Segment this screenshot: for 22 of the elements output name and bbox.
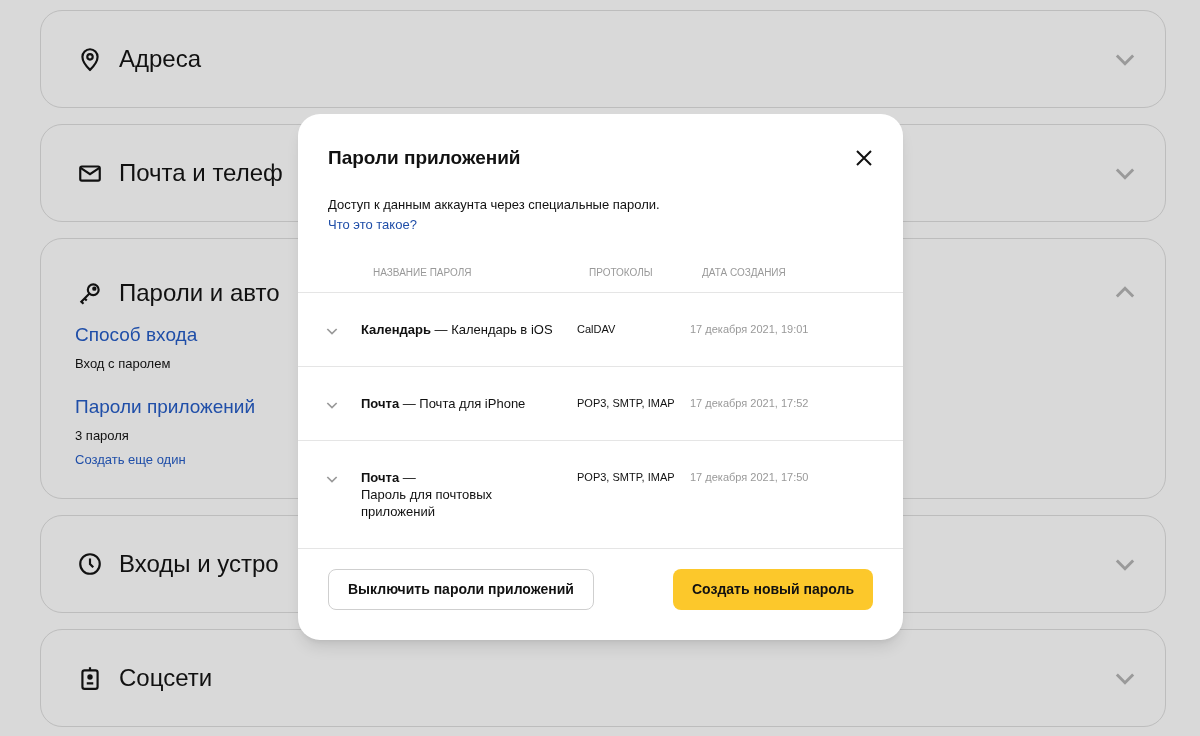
password-protocols: POP3, SMTP, IMAP (577, 395, 676, 411)
section-title: Адреса (119, 44, 202, 74)
column-header: ДАТА СОЗДАНИЯ (702, 265, 787, 280)
section-title: Соцсети (119, 663, 213, 693)
dialog-title: Пароли приложений (328, 146, 521, 170)
dialog-description: Доступ к данным аккаунта через специальные пароли. (328, 195, 661, 214)
section-detail: Вход с паролем (75, 354, 171, 373)
password-name: Календарь — Календарь в iOS (361, 320, 553, 338)
password-description: Пароль для почтовых приложений (361, 485, 494, 520)
column-header: НАЗВАНИЕ ПАРОЛЯ (373, 265, 473, 280)
password-protocols: CalDAV (577, 321, 617, 337)
section-detail: 3 пароля (75, 426, 129, 445)
password-date: 17 декабря 2021, 19:01 (690, 321, 810, 337)
password-date: 17 декабря 2021, 17:52 (690, 395, 810, 411)
password-protocols: POP3, SMTP, IMAP (577, 469, 676, 485)
password-name: Почта — (361, 468, 416, 486)
password-date: 17 декабря 2021, 17:50 (690, 469, 810, 485)
password-name: Почта — Почта для iPhone (361, 394, 526, 412)
section-title: Входы и устро (119, 549, 279, 579)
section-title: Пароли и авто (119, 278, 280, 308)
column-header: ПРОТОКОЛЫ (589, 265, 654, 280)
section-title: Почта и телеф (119, 158, 283, 188)
